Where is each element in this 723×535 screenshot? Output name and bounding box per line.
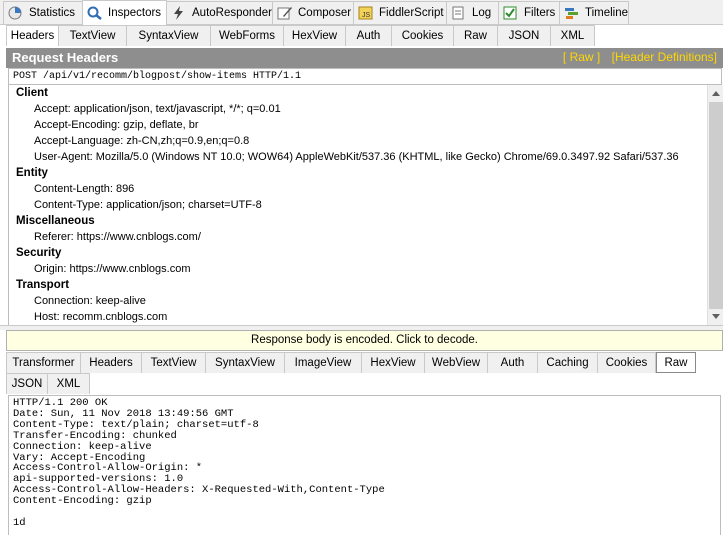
response-tab-json[interactable]: JSON (6, 373, 48, 394)
header-tree-scrollbar[interactable] (707, 85, 723, 325)
inspectors-icon (87, 6, 103, 20)
response-tab-webview[interactable]: WebView (425, 352, 488, 373)
request-inspector-tabs: Headers TextView SyntaxView WebForms Hex… (6, 25, 595, 46)
scrollbar-thumb[interactable] (709, 102, 723, 309)
tab-composer-label: Composer (298, 7, 352, 19)
request-tab-headers[interactable]: Headers (6, 25, 59, 46)
composer-icon (277, 6, 293, 20)
tab-inspectors[interactable]: Inspectors (82, 0, 167, 25)
svg-text:JS: JS (362, 12, 371, 19)
header-item[interactable]: User-Agent: Mozilla/5.0 (Windows NT 10.0… (9, 149, 707, 165)
response-tab-imageview[interactable]: ImageView (285, 352, 362, 373)
request-header-tree[interactable]: Client Accept: application/json, text/ja… (8, 85, 707, 325)
request-headers-title: Request Headers (12, 50, 119, 65)
request-line: POST /api/v1/recomm/blogpost/show-items … (8, 68, 722, 85)
tab-statistics-label: Statistics (29, 7, 76, 19)
scroll-up-arrow-icon[interactable] (712, 91, 720, 96)
response-inspector-tabs-row2: JSON XML (6, 373, 90, 394)
tab-fiddlerscript[interactable]: JS FiddlerScript (353, 1, 447, 24)
log-icon (451, 6, 467, 20)
response-tab-xml[interactable]: XML (48, 373, 90, 394)
header-item[interactable]: Accept: application/json, text/javascrip… (9, 101, 707, 117)
tab-log[interactable]: Log (446, 1, 499, 24)
main-tab-strip: Statistics Inspectors AutoResponder Comp… (0, 0, 723, 25)
request-tab-webforms[interactable]: WebForms (211, 25, 284, 46)
request-tab-raw[interactable]: Raw (454, 25, 498, 46)
statistics-icon (8, 6, 24, 20)
header-item[interactable]: Origin: https://www.cnblogs.com (9, 261, 707, 277)
header-group-security[interactable]: Security (9, 245, 707, 261)
tab-fiddlerscript-label: FiddlerScript (379, 7, 444, 19)
header-item[interactable]: Accept-Language: zh-CN,zh;q=0.9,en;q=0.8 (9, 133, 707, 149)
tab-filters[interactable]: Filters (498, 1, 560, 24)
header-item[interactable]: Host: recomm.cnblogs.com (9, 309, 707, 325)
header-group-transport[interactable]: Transport (9, 277, 707, 293)
response-tab-syntaxview[interactable]: SyntaxView (206, 352, 285, 373)
request-tab-hexview[interactable]: HexView (284, 25, 346, 46)
request-tab-xml[interactable]: XML (551, 25, 595, 46)
response-raw-textarea[interactable]: HTTP/1.1 200 OK Date: Sun, 11 Nov 2018 1… (8, 395, 721, 535)
request-tab-syntaxview[interactable]: SyntaxView (127, 25, 211, 46)
response-tab-cookies[interactable]: Cookies (598, 352, 656, 373)
response-inspector-tabs-row1: Transformer Headers TextView SyntaxView … (6, 352, 696, 373)
response-tab-hexview[interactable]: HexView (362, 352, 425, 373)
tab-filters-label: Filters (524, 7, 556, 19)
filters-checkbox-icon[interactable] (503, 6, 519, 20)
timeline-icon (564, 6, 580, 20)
response-tab-auth[interactable]: Auth (488, 352, 538, 373)
decode-notice-bar[interactable]: Response body is encoded. Click to decod… (6, 330, 723, 351)
response-tab-transformer[interactable]: Transformer (6, 352, 81, 373)
request-tab-cookies[interactable]: Cookies (392, 25, 454, 46)
header-item[interactable]: Content-Type: application/json; charset=… (9, 197, 707, 213)
response-tab-raw[interactable]: Raw (656, 352, 696, 373)
scroll-down-arrow-icon[interactable] (712, 314, 720, 319)
response-tab-textview[interactable]: TextView (142, 352, 206, 373)
tab-inspectors-label: Inspectors (108, 7, 162, 19)
header-item[interactable]: Referer: https://www.cnblogs.com/ (9, 229, 707, 245)
request-tab-json[interactable]: JSON (498, 25, 551, 46)
response-tab-caching[interactable]: Caching (538, 352, 598, 373)
tab-statistics[interactable]: Statistics (3, 1, 83, 24)
header-item[interactable]: Connection: keep-alive (9, 293, 707, 309)
tab-log-label: Log (472, 7, 492, 19)
header-group-miscellaneous[interactable]: Miscellaneous (9, 213, 707, 229)
header-item[interactable]: Content-Length: 896 (9, 181, 707, 197)
fiddlerscript-icon: JS (358, 6, 374, 20)
header-group-client[interactable]: Client (9, 85, 707, 101)
response-tab-headers[interactable]: Headers (81, 352, 142, 373)
tab-timeline-label: Timeline (585, 7, 629, 19)
header-group-entity[interactable]: Entity (9, 165, 707, 181)
request-tab-textview[interactable]: TextView (59, 25, 127, 46)
request-tab-auth[interactable]: Auth (346, 25, 392, 46)
header-definitions-link[interactable]: [Header Definitions] (612, 50, 717, 64)
request-headers-title-bar: Request Headers [ Raw ] [Header Definiti… (6, 48, 723, 68)
tab-composer[interactable]: Composer (272, 1, 354, 24)
autoresponder-icon (171, 6, 187, 20)
tab-timeline[interactable]: Timeline (559, 1, 629, 24)
raw-link[interactable]: [ Raw ] (563, 50, 600, 64)
tab-autoresponder-label: AutoResponder (192, 7, 272, 19)
header-item[interactable]: Accept-Encoding: gzip, deflate, br (9, 117, 707, 133)
tab-autoresponder[interactable]: AutoResponder (166, 1, 273, 24)
